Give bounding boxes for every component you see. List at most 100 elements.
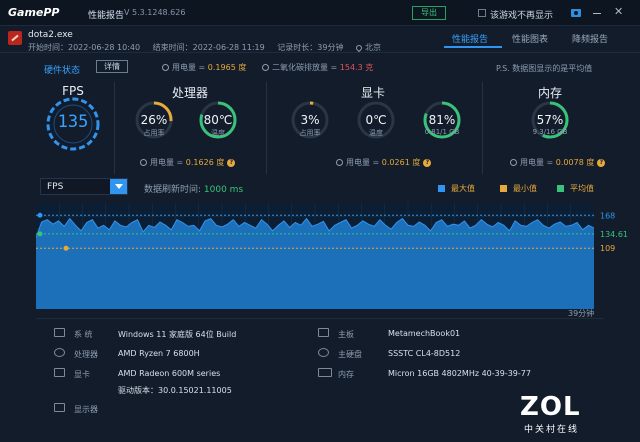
gpu-vram-label: 0.81/1 GB — [424, 128, 460, 136]
system-icon — [54, 328, 65, 337]
header-divider — [0, 52, 640, 53]
disk-icon — [318, 348, 329, 357]
zol-watermark: ZOL 中关村在线 — [520, 392, 610, 435]
close-button[interactable]: ✕ — [614, 5, 623, 18]
gpu-usage-value: 3% — [300, 113, 320, 127]
card-separator — [266, 82, 267, 174]
memory-power-value: 0.0078 度 — [555, 158, 595, 167]
memory-key: 内存 — [338, 370, 354, 379]
average-note: P.S. 数据图显示的是平均值 — [496, 64, 593, 73]
total-power-label: 用电量 = — [172, 63, 208, 72]
memory-power-label: 用电量 = — [520, 158, 556, 167]
motherboard-key: 主板 — [338, 330, 354, 339]
app-name: dota2.exe — [28, 30, 73, 40]
refresh-interval: 数据刷新时间: 1000 ms — [144, 182, 243, 195]
chevron-down-icon[interactable] — [110, 179, 127, 194]
co2-value: 154.3 克 — [339, 63, 374, 72]
tab-performance-charts[interactable]: 性能图表 — [512, 32, 548, 45]
zol-logo: ZOL — [520, 392, 581, 422]
cpu-temp-gauge: 80℃ 温度 — [198, 100, 238, 140]
gpu-card-title: 显卡 — [360, 86, 385, 100]
cpu-value: AMD Ryzen 7 6800H — [118, 349, 200, 358]
end-time: 结束时间：2022-06-28 11:19 — [152, 43, 265, 52]
active-tab-underline — [444, 46, 502, 48]
max-marker — [37, 212, 43, 218]
dota2-app-icon — [8, 31, 22, 45]
cpu-key: 处理器 — [74, 350, 98, 359]
cpu-usage-label: 占用率 — [143, 129, 165, 137]
memory-usage-value: 57% — [536, 113, 564, 127]
memory-usage-gauge: 57% 9.3/16 GB — [530, 100, 570, 140]
system-value: Windows 11 家庭版 64位 Build — [118, 330, 237, 339]
gpu-card-icon — [54, 368, 65, 377]
hide-game-checkbox[interactable] — [478, 9, 486, 17]
max-value-label: 168 — [600, 211, 615, 220]
tab-performance-report[interactable]: 性能报告 — [452, 32, 488, 45]
cpu-power-help-icon[interactable]: ? — [227, 158, 236, 167]
gpu-usage-gauge: 3% 占用率 — [290, 100, 330, 140]
disk-value: SSSTC CL4-8D512 — [388, 349, 461, 358]
memory-icon — [318, 368, 332, 377]
metric-select-value: FPS — [47, 182, 64, 192]
gpu-usage-label: 占用率 — [299, 129, 321, 137]
card-separator — [114, 82, 115, 174]
metric-select[interactable]: FPS — [40, 178, 128, 195]
version-label: V 5.3.1248.626 — [124, 8, 186, 17]
gpu-key: 显卡 — [74, 370, 90, 379]
gpu-power: 用电量 = 0.0261 度? — [336, 157, 432, 168]
hardware-status-label: 硬件状态 — [44, 66, 81, 76]
monitor-key: 显示器 — [74, 405, 98, 414]
gpu-temp-value: 0℃ — [365, 113, 387, 127]
legend-min-swatch — [500, 185, 507, 192]
legend-avg-swatch — [557, 185, 564, 192]
legend-avg-label: 平均值 — [570, 184, 594, 193]
gpu-temp-gauge: 0℃ 温度 — [356, 100, 396, 140]
gpu-value: AMD Radeon 600M series — [118, 369, 221, 378]
disk-key: 主硬盘 — [338, 350, 362, 359]
driver-version: 驱动版本：30.0.15021.11005 — [118, 386, 232, 395]
power-icon — [162, 64, 169, 71]
avg-value-label: 134.61 — [600, 230, 628, 239]
min-marker — [63, 245, 69, 251]
fps-area-series — [36, 218, 594, 309]
min-value-label: 109 — [600, 244, 615, 253]
co2-emission: 二氧化碳排放量 = 154.3 克 — [262, 62, 373, 73]
motherboard-value: MetamechBook01 — [388, 329, 461, 338]
refresh-interval-label: 数据刷新时间: — [144, 185, 204, 195]
total-power: 用电量 = 0.1965 度 — [162, 62, 246, 73]
memory-card-title: 内存 — [537, 86, 562, 100]
cpu-temp-value: 80℃ — [203, 113, 233, 127]
cpu-power-icon — [140, 159, 147, 166]
tab-throttle-report[interactable]: 降频报告 — [572, 32, 608, 45]
camera-icon[interactable] — [571, 9, 581, 17]
gpu-power-value: 0.0261 度 — [381, 158, 421, 167]
legend-avg: 平均值 — [557, 183, 594, 194]
memory-usage-label: 9.3/16 GB — [532, 128, 568, 136]
duration: 记录时长：39分钟 — [277, 43, 344, 52]
fps-chart-svg[interactable]: 168 134.61 109 — [35, 203, 640, 317]
avg-marker — [37, 231, 43, 237]
gpu-power-help-icon[interactable]: ? — [423, 158, 432, 167]
gamepp-report-window: GamePP 性能报告 V 5.3.1248.626 导出 该游戏不再显示 ✕ … — [0, 0, 640, 442]
cpu-power: 用电量 = 0.1626 度? — [140, 157, 236, 168]
location: 北京 — [365, 43, 382, 52]
memory-power: 用电量 = 0.0078 度? — [510, 157, 606, 168]
details-button[interactable]: 详情 — [96, 60, 128, 73]
info-divider — [36, 318, 604, 319]
legend-max-label: 最大值 — [451, 184, 475, 193]
gpu-vram-value: 81% — [428, 113, 456, 127]
memory-power-icon — [510, 159, 517, 166]
fps-chart[interactable]: 168 134.61 109 — [35, 203, 640, 317]
legend-min-label: 最小值 — [513, 184, 537, 193]
motherboard-icon — [318, 328, 329, 337]
legend-max-swatch — [438, 185, 445, 192]
export-button[interactable]: 导出 — [412, 6, 446, 20]
cpu-power-label: 用电量 = — [150, 158, 186, 167]
gpu-power-icon — [336, 159, 343, 166]
co2-icon — [262, 64, 269, 71]
cpu-power-value: 0.1626 度 — [185, 158, 225, 167]
minimize-button[interactable] — [593, 13, 601, 14]
gpu-power-label: 用电量 = — [346, 158, 382, 167]
card-separator — [482, 82, 483, 174]
memory-power-help-icon[interactable]: ? — [597, 158, 606, 167]
